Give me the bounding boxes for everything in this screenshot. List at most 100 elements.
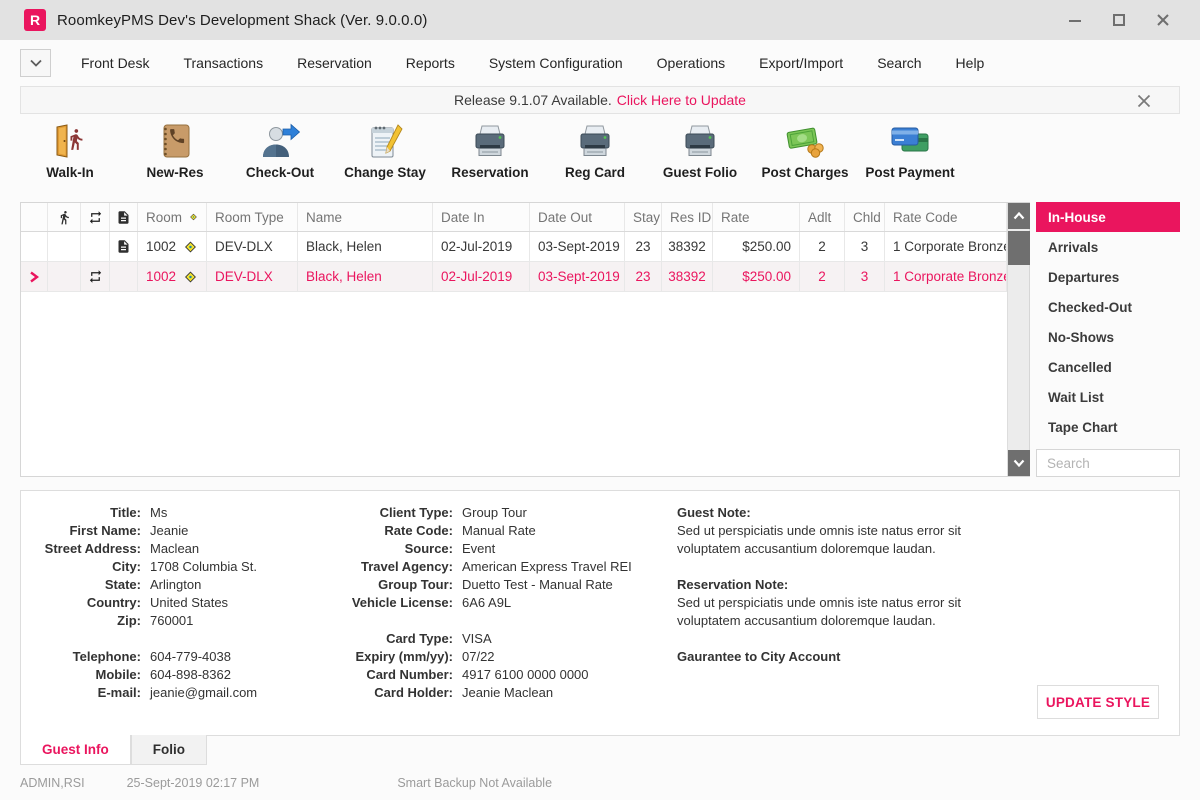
grid-header-row: Room Room Type Name Date In Date Out Sta…: [21, 203, 1007, 232]
guest-info-panel: Title:Ms First Name:Jeanie Street Addres…: [20, 490, 1180, 736]
menu-transactions[interactable]: Transactions: [166, 47, 280, 79]
field-value: 07/22: [462, 648, 495, 666]
grid-header-room[interactable]: Room: [138, 203, 207, 231]
close-button[interactable]: [1152, 9, 1174, 31]
sidebar-item-no-shows[interactable]: No-Shows: [1036, 322, 1180, 352]
post-charges-label: Post Charges: [761, 165, 848, 180]
cell-res-id: 38392: [662, 232, 713, 261]
printer-icon: [470, 118, 510, 160]
grid-header-room-type[interactable]: Room Type: [207, 203, 298, 231]
field-value: VISA: [462, 630, 492, 648]
new-res-label: New-Res: [146, 165, 203, 180]
menu-front-desk[interactable]: Front Desk: [64, 47, 166, 79]
cell-room-type: DEV-DLX: [207, 232, 298, 261]
chevron-down-icon: [1013, 459, 1025, 467]
grid-header-indicator: [21, 203, 48, 231]
menu-system-configuration[interactable]: System Configuration: [472, 47, 640, 79]
grid-header-rate[interactable]: Rate: [713, 203, 800, 231]
grid-header-stay[interactable]: Stay: [625, 203, 662, 231]
cell-date-out: 03-Sept-2019: [530, 232, 625, 261]
grid-header-name[interactable]: Name: [298, 203, 433, 231]
menu-bar: Front Desk Transactions Reservation Repo…: [0, 40, 1200, 86]
minimize-button[interactable]: [1064, 9, 1086, 31]
sidebar-item-checked-out[interactable]: Checked-Out: [1036, 292, 1180, 322]
walk-in-button[interactable]: Walk-In: [20, 118, 120, 196]
menu-operations[interactable]: Operations: [640, 47, 742, 79]
reservation-note-text: Sed ut perspiciatis unde omnis iste natu…: [677, 594, 987, 630]
menu-search[interactable]: Search: [860, 47, 938, 79]
toolbar: Walk-In New-Res Check-Out: [20, 118, 960, 196]
post-payment-button[interactable]: Post Payment: [860, 118, 960, 196]
scroll-up-button[interactable]: [1008, 203, 1030, 229]
scrollbar-thumb[interactable]: [1008, 231, 1030, 265]
bottom-tabs: Guest Info Folio: [20, 735, 207, 765]
check-out-button[interactable]: Check-Out: [230, 118, 330, 196]
document-icon[interactable]: [110, 203, 138, 231]
field-value: Jeanie Maclean: [462, 684, 553, 702]
menu-dropdown-button[interactable]: [20, 49, 51, 77]
sidebar-item-tape-chart[interactable]: Tape Chart: [1036, 412, 1180, 442]
sidebar-item-cancelled[interactable]: Cancelled: [1036, 352, 1180, 382]
field-label: Card Type:: [333, 630, 453, 648]
cell-adlt: 2: [800, 262, 845, 291]
chevron-up-icon: [1013, 212, 1025, 220]
repeat-icon: [81, 262, 110, 291]
cell-rate: $250.00: [713, 232, 800, 261]
field-value: jeanie@gmail.com: [150, 684, 257, 702]
window-title: RoomkeyPMS Dev's Development Shack (Ver.…: [57, 12, 427, 29]
grid-header-date-out[interactable]: Date Out: [530, 203, 625, 231]
notes-column: Guest Note: Sed ut perspiciatis unde omn…: [677, 504, 997, 666]
menu-reservation[interactable]: Reservation: [280, 47, 389, 79]
update-link[interactable]: Click Here to Update: [617, 92, 746, 108]
grid-header-date-in[interactable]: Date In: [433, 203, 530, 231]
field-label: Country:: [25, 594, 141, 612]
change-stay-button[interactable]: Change Stay: [335, 118, 435, 196]
guest-walk-icon[interactable]: [48, 203, 81, 231]
release-notification-bar: Release 9.1.07 Available. Click Here to …: [20, 86, 1180, 114]
cell-chld: 3: [845, 232, 885, 261]
cell-room-type: DEV-DLX: [207, 262, 298, 291]
cell-date-in: 02-Jul-2019: [433, 232, 530, 261]
sidebar-item-departures[interactable]: Departures: [1036, 262, 1180, 292]
search-input[interactable]: [1036, 449, 1180, 477]
grid-header-chld[interactable]: Chld: [845, 203, 885, 231]
repeat-icon[interactable]: [81, 203, 110, 231]
menu-reports[interactable]: Reports: [389, 47, 472, 79]
new-res-button[interactable]: New-Res: [125, 118, 225, 196]
menu-export-import[interactable]: Export/Import: [742, 47, 860, 79]
backup-status: Smart Backup Not Available: [397, 776, 552, 790]
close-icon: [1136, 93, 1152, 109]
field-value: 6A6 A9L: [462, 594, 511, 612]
sidebar-item-wait-list[interactable]: Wait List: [1036, 382, 1180, 412]
field-value: Arlington: [150, 576, 201, 594]
menu-help[interactable]: Help: [939, 47, 1002, 79]
scroll-down-button[interactable]: [1008, 450, 1030, 476]
tab-folio[interactable]: Folio: [131, 735, 207, 765]
sidebar-item-arrivals[interactable]: Arrivals: [1036, 232, 1180, 262]
grid-header-res-id[interactable]: Res ID: [662, 203, 713, 231]
grid-header-rate-code[interactable]: Rate Code: [885, 203, 1007, 231]
grid-vertical-scrollbar[interactable]: [1007, 203, 1029, 476]
update-style-button[interactable]: UPDATE STYLE: [1037, 685, 1159, 719]
cell-res-id: 38392: [662, 262, 713, 291]
field-value: Event: [462, 540, 495, 558]
maximize-button[interactable]: [1108, 9, 1130, 31]
reg-card-button[interactable]: Reg Card: [545, 118, 645, 196]
cell-rate-code: 1 Corporate Bronze: [885, 232, 1007, 261]
field-value: 1708 Columbia St.: [150, 558, 257, 576]
field-label: Travel Agency:: [333, 558, 453, 576]
guest-folio-button[interactable]: Guest Folio: [650, 118, 750, 196]
reservation-print-button[interactable]: Reservation: [440, 118, 540, 196]
walk-in-icon: [50, 118, 90, 160]
grid-header-adlt[interactable]: Adlt: [800, 203, 845, 231]
field-value: Group Tour: [462, 504, 527, 522]
cell-adlt: 2: [800, 232, 845, 261]
field-label: Vehicle License:: [333, 594, 453, 612]
post-charges-button[interactable]: Post Charges: [755, 118, 855, 196]
sidebar-item-in-house[interactable]: In-House: [1036, 202, 1180, 232]
release-close-button[interactable]: [1133, 90, 1155, 112]
field-label: Group Tour:: [333, 576, 453, 594]
table-row-selected[interactable]: 1002 DEV-DLX Black, Helen 02-Jul-2019 03…: [21, 262, 1007, 292]
table-row[interactable]: 1002 DEV-DLX Black, Helen 02-Jul-2019 03…: [21, 232, 1007, 262]
tab-guest-info[interactable]: Guest Info: [20, 735, 131, 765]
